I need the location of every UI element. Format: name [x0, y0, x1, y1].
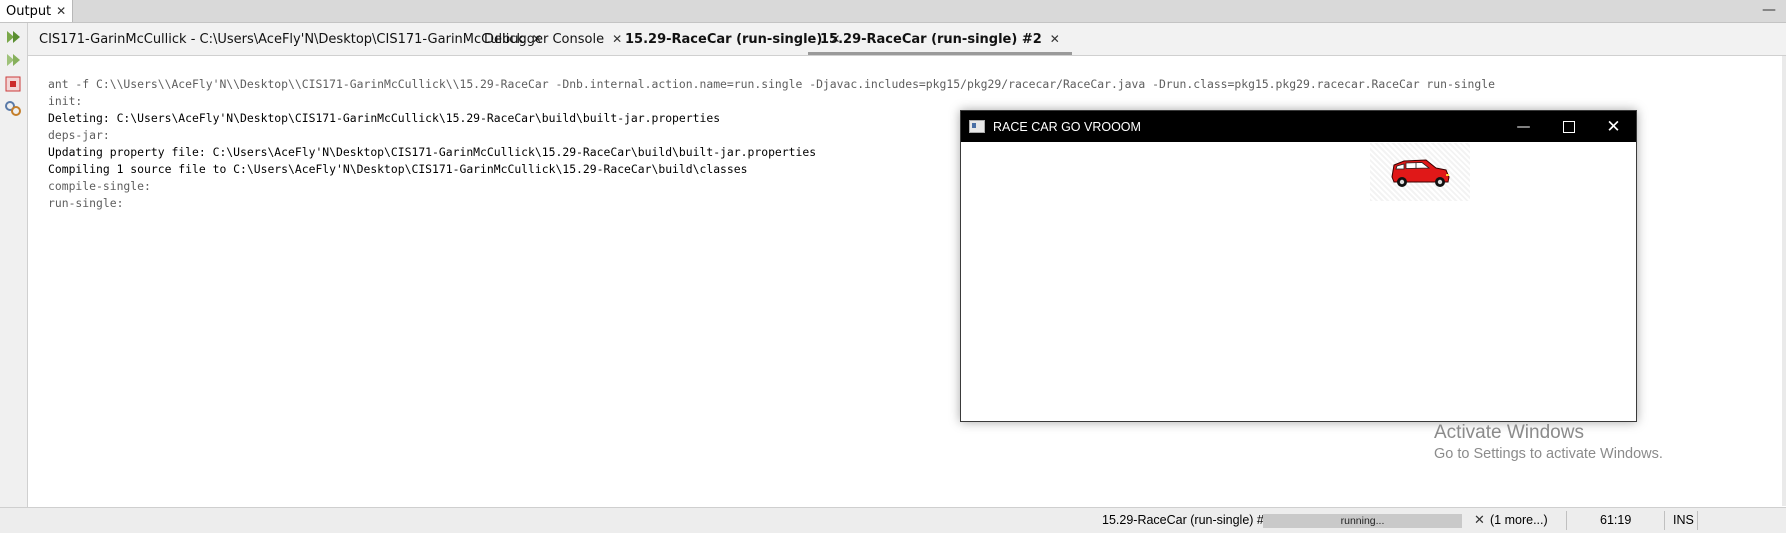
running-task-label[interactable]: 15.29-RaceCar (run-single) #2: [1102, 513, 1271, 527]
output-tab-label: Output: [6, 3, 52, 19]
watermark-title: Activate Windows: [1434, 422, 1584, 443]
status-bar: 15.29-RaceCar (run-single) #2 running...…: [0, 507, 1786, 533]
window-title: RACE CAR GO VROOOM: [993, 119, 1141, 134]
stop-icon[interactable]: [4, 75, 22, 93]
status-divider: [1664, 511, 1665, 530]
status-divider: [1697, 511, 1698, 530]
vertical-scrollbar[interactable]: [1782, 56, 1786, 506]
console-tabs: CIS171-GarinMcCullick - C:\Users\AceFly'…: [28, 23, 1786, 56]
status-divider: [1566, 511, 1567, 530]
progress-text: running...: [1340, 515, 1385, 527]
car-sprite-area: [1370, 143, 1470, 201]
tab-racecar-run[interactable]: 15.29-RaceCar (run-single) ✕: [625, 23, 840, 55]
tab-project[interactable]: CIS171-GarinMcCullick - C:\Users\AceFly'…: [39, 23, 542, 55]
cancel-task-icon[interactable]: ✕: [1474, 512, 1485, 528]
caret-position: 61:19: [1600, 513, 1632, 527]
output-toolbar: [0, 23, 28, 507]
tab-racecar-run-2[interactable]: 15.29-RaceCar (run-single) #2 ✕: [808, 23, 1072, 55]
watermark-subtitle: Go to Settings to activate Windows.: [1434, 446, 1663, 462]
close-button[interactable]: ✕: [1591, 111, 1636, 142]
java-app-icon: [969, 120, 985, 133]
tab-label: 15.29-RaceCar (run-single): [625, 31, 823, 47]
rerun-with-params-icon[interactable]: [4, 51, 22, 69]
more-tasks-link[interactable]: (1 more...): [1490, 513, 1548, 527]
race-car-icon: [1391, 159, 1450, 187]
close-icon[interactable]: ✕: [1050, 32, 1060, 46]
close-icon[interactable]: ✕: [612, 32, 622, 46]
console-line: init:: [48, 94, 83, 108]
maximize-icon: [1562, 120, 1575, 133]
settings-icon[interactable]: [4, 99, 22, 117]
minimize-button[interactable]: —: [1501, 111, 1546, 142]
close-icon[interactable]: ✕: [56, 4, 66, 18]
maximize-button[interactable]: [1546, 111, 1591, 142]
tab-debugger-console[interactable]: Debugger Console ✕: [484, 23, 622, 55]
tab-label: CIS171-GarinMcCullick - C:\Users\AceFly'…: [39, 31, 524, 47]
insert-mode[interactable]: INS: [1673, 513, 1694, 527]
output-window-tabbar: Output ✕ —: [0, 0, 1786, 23]
tab-label: 15.29-RaceCar (run-single) #2: [820, 31, 1042, 47]
output-window-tab[interactable]: Output ✕: [0, 0, 74, 22]
minimize-window-icon[interactable]: —: [1762, 2, 1776, 18]
activate-windows-watermark: Activate Windows Go to Settings to activ…: [1434, 422, 1663, 462]
window-titlebar[interactable]: RACE CAR GO VROOOM — ✕: [961, 111, 1636, 142]
tab-label: Debugger Console: [484, 31, 605, 47]
console-line: ant -f C:\\Users\\AceFly'N\\Desktop\\CIS…: [48, 77, 1495, 91]
progress-bar: running...: [1263, 514, 1462, 528]
rerun-icon[interactable]: [4, 28, 22, 46]
race-car-window: RACE CAR GO VROOOM — ✕: [960, 110, 1637, 422]
